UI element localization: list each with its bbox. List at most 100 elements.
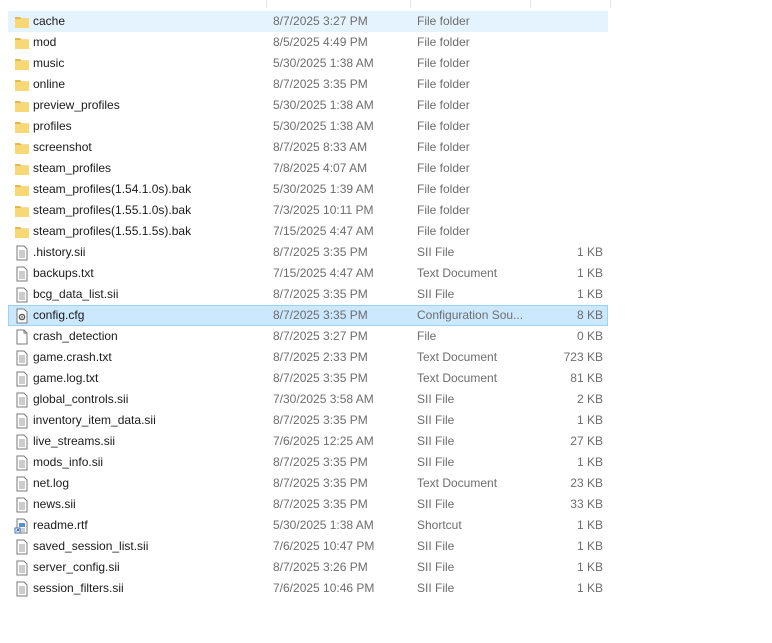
text-file-icon — [14, 266, 30, 282]
text-file-icon — [14, 455, 30, 471]
file-name: steam_profiles(1.55.1.5s).bak — [33, 224, 192, 238]
folder-icon — [14, 224, 30, 240]
file-name: crash_detection — [33, 329, 118, 343]
folder-icon — [14, 14, 30, 30]
date-modified: 7/8/2025 4:07 AM — [273, 161, 368, 175]
column-divider-type[interactable] — [530, 0, 531, 8]
file-row[interactable]: profiles 5/30/2025 1:38 AM File folder — [8, 116, 608, 137]
file-name: steam_profiles(1.55.1.0s).bak — [33, 203, 192, 217]
date-modified: 7/3/2025 10:11 PM — [273, 203, 374, 217]
text-file-icon — [14, 392, 30, 408]
file-row[interactable]: mod 8/5/2025 4:49 PM File folder — [8, 32, 608, 53]
file-size: 27 KB — [570, 434, 603, 448]
date-modified: 5/30/2025 1:38 AM — [273, 56, 374, 70]
folder-icon — [14, 77, 30, 93]
file-name: readme.rtf — [33, 518, 88, 532]
file-row[interactable]: bcg_data_list.sii 8/7/2025 3:35 PM SII Fil… — [8, 284, 608, 305]
date-modified: 7/6/2025 12:25 AM — [273, 434, 374, 448]
file-row[interactable]: game.crash.txt 8/7/2025 2:33 PM Text Docum… — [8, 347, 608, 368]
date-modified: 7/15/2025 4:47 AM — [273, 224, 374, 238]
file-name: session_filters.sii — [33, 581, 124, 595]
file-type: Text Document — [417, 476, 498, 490]
file-row[interactable]: online 8/7/2025 3:35 PM File folder — [8, 74, 608, 95]
file-size: 1 KB — [576, 560, 603, 574]
file-row[interactable]: backups.txt 7/15/2025 4:47 AM Text Documen… — [8, 263, 608, 284]
file-type: File folder — [417, 77, 470, 91]
text-file-icon — [14, 434, 30, 450]
file-type: SII File — [417, 539, 455, 553]
file-row[interactable]: net.log 8/7/2025 3:35 PM Text Document 23 K… — [8, 473, 608, 494]
folder-icon — [14, 56, 30, 72]
column-divider-size[interactable] — [610, 0, 611, 8]
file-row[interactable]: steam_profiles(1.55.1.5s).bak 7/15/2025 4… — [8, 221, 608, 242]
file-name: online — [33, 77, 66, 91]
shortcut-icon — [14, 518, 30, 534]
folder-icon — [14, 35, 30, 51]
date-modified: 8/7/2025 3:35 PM — [273, 371, 368, 385]
file-type: File folder — [417, 224, 470, 238]
column-divider-name[interactable] — [266, 0, 267, 8]
date-modified: 5/30/2025 1:39 AM — [273, 182, 374, 196]
file-type: SII File — [417, 392, 455, 406]
file-type: File folder — [417, 56, 470, 70]
file-row[interactable]: game.log.txt 8/7/2025 3:35 PM Text Documen… — [8, 368, 608, 389]
file-row[interactable]: preview_profiles 5/30/2025 1:38 AM File fo… — [8, 95, 608, 116]
file-row[interactable]: screenshot 8/7/2025 8:33 AM File folder — [8, 137, 608, 158]
file-row[interactable]: steam_profiles 7/8/2025 4:07 AM File folde… — [8, 158, 608, 179]
file-row[interactable]: inventory_item_data.sii 8/7/2025 3:35 PM S… — [8, 410, 608, 431]
date-modified: 8/7/2025 2:33 PM — [273, 350, 368, 364]
file-name: mod — [33, 35, 57, 49]
file-type: SII File — [417, 455, 455, 469]
file-row[interactable]: session_filters.sii 7/6/2025 10:46 PM SII … — [8, 578, 608, 599]
file-row[interactable]: steam_profiles(1.55.1.0s).bak 7/3/2025 10… — [8, 200, 608, 221]
file-name: steam_profiles(1.54.1.0s).bak — [33, 182, 192, 196]
date-modified: 8/7/2025 3:27 PM — [273, 14, 368, 28]
file-row[interactable]: config.cfg 8/7/2025 3:35 PM Configuration … — [8, 305, 608, 326]
text-file-icon — [14, 581, 30, 597]
file-row[interactable]: live_streams.sii 7/6/2025 12:25 AM SII Fil… — [8, 431, 608, 452]
file-size: 23 KB — [570, 476, 603, 490]
folder-icon — [14, 203, 30, 219]
blank-file-icon — [14, 329, 30, 345]
date-modified: 8/7/2025 3:35 PM — [273, 497, 368, 511]
file-size: 2 KB — [576, 392, 603, 406]
file-size: 8 KB — [576, 308, 603, 322]
text-file-icon — [14, 287, 30, 303]
file-size: 1 KB — [576, 539, 603, 553]
file-type: SII File — [417, 413, 455, 427]
file-row[interactable]: cache 8/7/2025 3:27 PM File folder — [8, 11, 608, 32]
date-modified: 8/5/2025 4:49 PM — [273, 35, 368, 49]
column-divider-date[interactable] — [410, 0, 411, 8]
file-type: SII File — [417, 245, 455, 259]
file-row[interactable]: mods_info.sii 8/7/2025 3:35 PM SII File 1 K… — [8, 452, 608, 473]
file-size: 81 KB — [570, 371, 603, 385]
file-row[interactable]: music 5/30/2025 1:38 AM File folder — [8, 53, 608, 74]
file-row[interactable]: readme.rtf 5/30/2025 1:38 AM Shortcut 1 KB — [8, 515, 608, 536]
file-name: cache — [33, 14, 66, 28]
file-size: 1 KB — [576, 581, 603, 595]
file-type: File folder — [417, 182, 470, 196]
file-size: 1 KB — [576, 245, 603, 259]
file-name: screenshot — [33, 140, 92, 154]
file-row[interactable]: saved_session_list.sii 7/6/2025 10:47 PM S… — [8, 536, 608, 557]
file-type: File folder — [417, 14, 470, 28]
text-file-icon — [14, 245, 30, 261]
file-row[interactable]: steam_profiles(1.54.1.0s).bak 5/30/2025 1… — [8, 179, 608, 200]
file-type: Text Document — [417, 371, 498, 385]
text-file-icon — [14, 497, 30, 513]
file-type: SII File — [417, 287, 455, 301]
file-name: news.sii — [33, 497, 76, 511]
file-type: File folder — [417, 140, 470, 154]
file-row[interactable]: crash_detection 8/7/2025 3:27 PM File 0 KB — [8, 326, 608, 347]
text-file-icon — [14, 539, 30, 555]
file-row[interactable]: news.sii 8/7/2025 3:35 PM SII File 33 KB — [8, 494, 608, 515]
text-file-icon — [14, 560, 30, 576]
file-row[interactable]: global_controls.sii 7/30/2025 3:58 AM SII … — [8, 389, 608, 410]
date-modified: 8/7/2025 8:33 AM — [273, 140, 368, 154]
file-name: game.log.txt — [33, 371, 99, 385]
date-modified: 5/30/2025 1:38 AM — [273, 119, 374, 133]
file-row[interactable]: .history.sii 8/7/2025 3:35 PM SII File 1 KB — [8, 242, 608, 263]
file-size: 1 KB — [576, 518, 603, 532]
file-name: bcg_data_list.sii — [33, 287, 119, 301]
file-row[interactable]: server_config.sii 8/7/2025 3:26 PM SII Fil… — [8, 557, 608, 578]
